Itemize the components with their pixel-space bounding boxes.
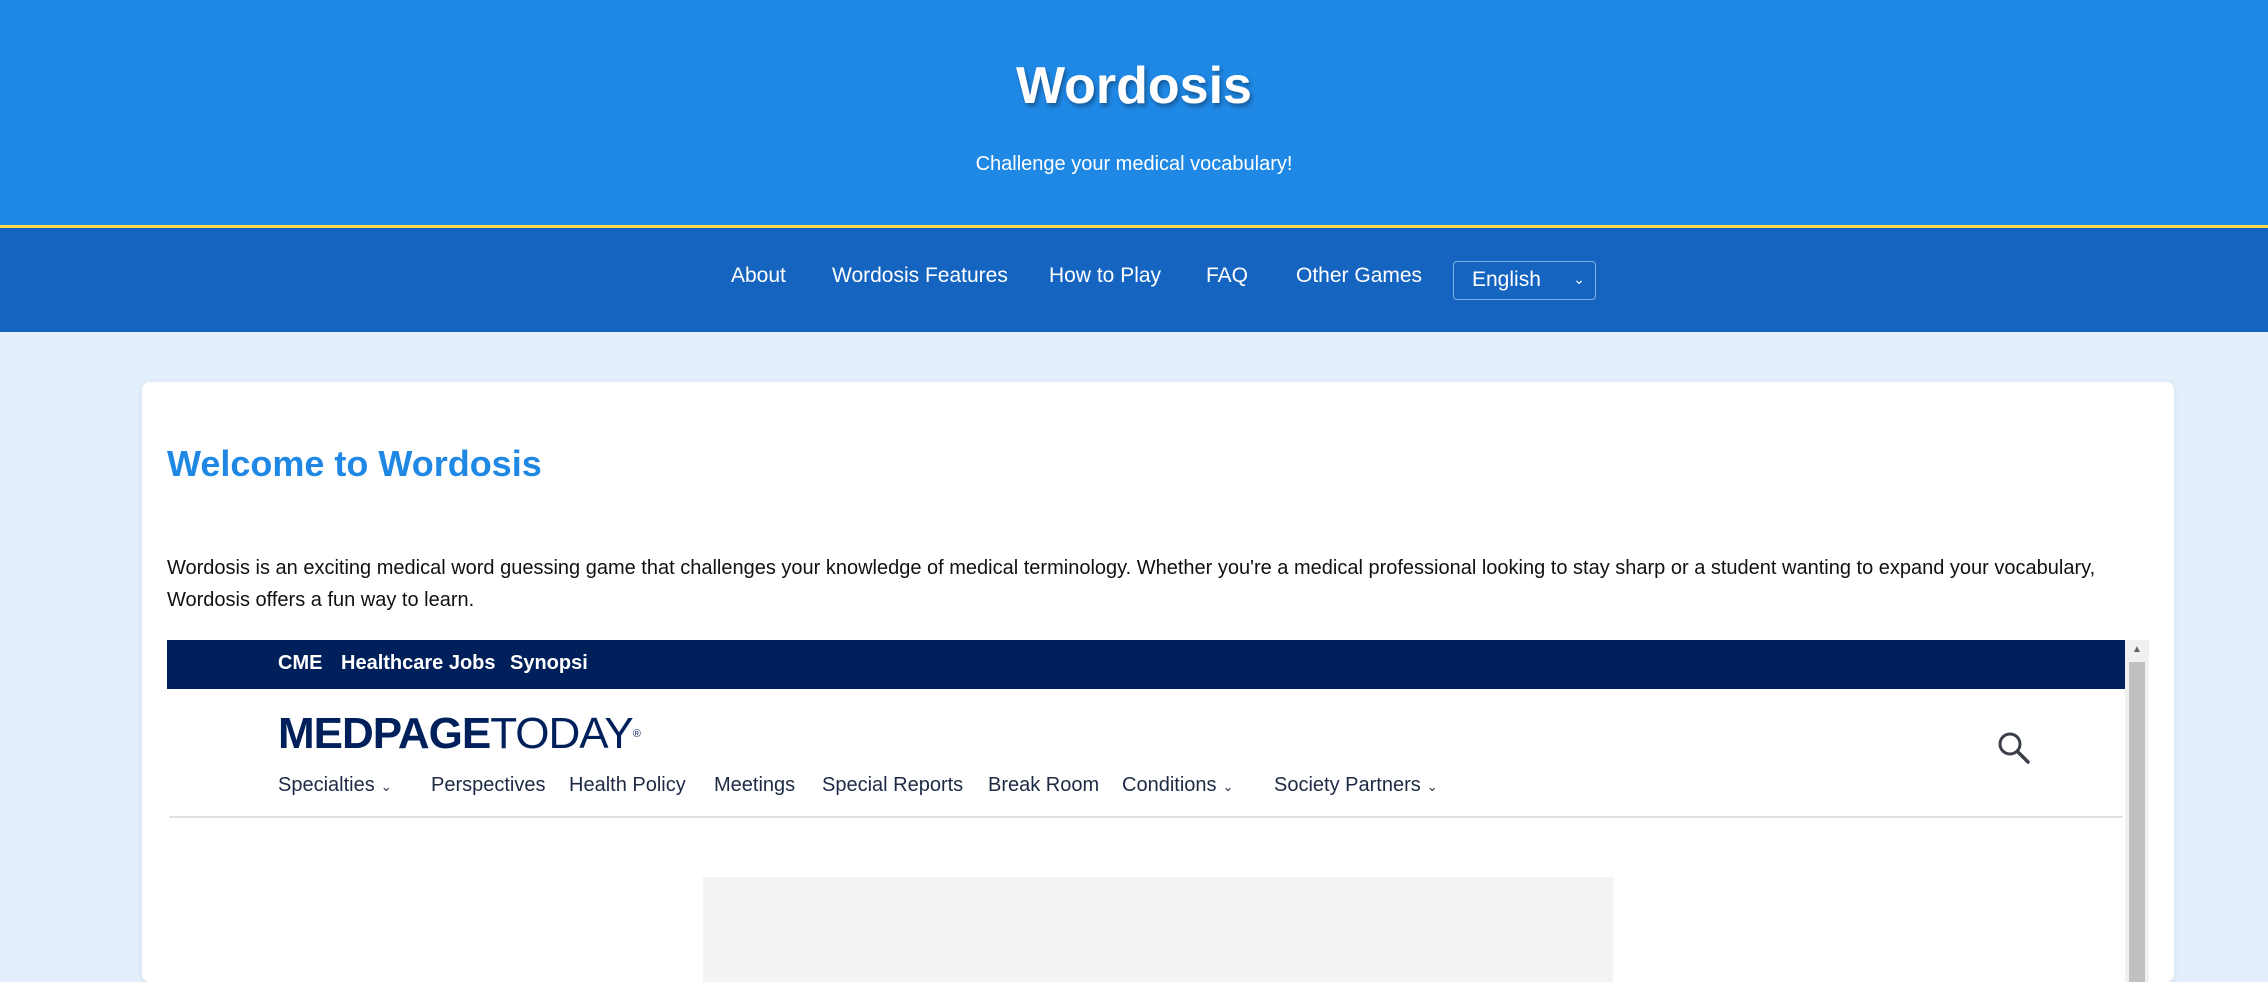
topbar-link-cme[interactable]: CME bbox=[278, 652, 322, 675]
scrollbar-thumb[interactable] bbox=[2129, 662, 2145, 982]
topbar-link-healthcare-jobs[interactable]: Healthcare Jobs bbox=[341, 652, 496, 675]
medpage-nav-special-reports[interactable]: Special Reports bbox=[822, 774, 963, 797]
logo-mark: ® bbox=[632, 728, 641, 740]
chevron-down-icon: ⌄ bbox=[380, 779, 392, 794]
chevron-down-icon: ⌄ bbox=[1426, 779, 1438, 794]
chevron-down-icon: ⌄ bbox=[1573, 271, 1585, 287]
nav-about[interactable]: About bbox=[731, 262, 786, 290]
site-title: Wordosis bbox=[1016, 57, 1252, 115]
main-nav: About Wordosis Features How to Play FAQ … bbox=[0, 228, 2268, 332]
welcome-heading: Welcome to Wordosis bbox=[167, 443, 542, 484]
medpage-topbar: CME Healthcare Jobs Synopsi bbox=[167, 640, 2125, 689]
nav-how-to-play[interactable]: How to Play bbox=[1049, 262, 1161, 290]
nav-faq[interactable]: FAQ bbox=[1206, 262, 1248, 290]
search-icon[interactable] bbox=[1996, 730, 2032, 766]
language-select-value: English bbox=[1472, 268, 1541, 291]
logo-part2: TODAY bbox=[490, 709, 634, 758]
site-subtitle: Challenge your medical vocabulary! bbox=[975, 153, 1293, 175]
medpage-nav-specialties[interactable]: Specialties ⌄ bbox=[278, 774, 392, 797]
nav-wordosis-features[interactable]: Wordosis Features bbox=[832, 262, 1008, 290]
scroll-up-icon[interactable]: ▲ bbox=[2125, 640, 2149, 660]
logo-part1: MEDPAGE bbox=[278, 709, 491, 758]
ad-placeholder bbox=[703, 877, 1613, 982]
medpage-nav-label: Conditions bbox=[1122, 774, 1217, 796]
site-header: Wordosis Challenge your medical vocabula… bbox=[0, 0, 2268, 228]
embed-scrollbar[interactable]: ▲ bbox=[2125, 640, 2149, 982]
medpage-logo[interactable]: MEDPAGETODAY® bbox=[278, 709, 641, 758]
nav-other-games[interactable]: Other Games bbox=[1296, 262, 1422, 290]
language-select[interactable]: English ⌄ bbox=[1453, 261, 1596, 300]
medpage-divider bbox=[169, 816, 2123, 818]
medpage-nav-break-room[interactable]: Break Room bbox=[988, 774, 1099, 797]
medpage-nav-conditions[interactable]: Conditions ⌄ bbox=[1122, 774, 1233, 797]
topbar-link-synopsi[interactable]: Synopsi bbox=[510, 652, 588, 675]
welcome-card: Welcome to Wordosis Wordosis is an excit… bbox=[142, 382, 2174, 982]
chevron-down-icon: ⌄ bbox=[1222, 779, 1234, 794]
medpage-nav-label: Specialties bbox=[278, 774, 375, 796]
medpage-nav-society-partners[interactable]: Society Partners ⌄ bbox=[1274, 774, 1438, 797]
welcome-intro: Wordosis is an exciting medical word gue… bbox=[167, 557, 2096, 611]
medpage-nav-health-policy[interactable]: Health Policy bbox=[569, 774, 686, 797]
medpage-embed[interactable]: CME Healthcare Jobs Synopsi MEDPAGETODAY… bbox=[167, 640, 2149, 982]
medpage-nav-label: Society Partners bbox=[1274, 774, 1421, 796]
medpage-nav-meetings[interactable]: Meetings bbox=[714, 774, 795, 797]
medpage-nav-perspectives[interactable]: Perspectives bbox=[431, 774, 546, 797]
